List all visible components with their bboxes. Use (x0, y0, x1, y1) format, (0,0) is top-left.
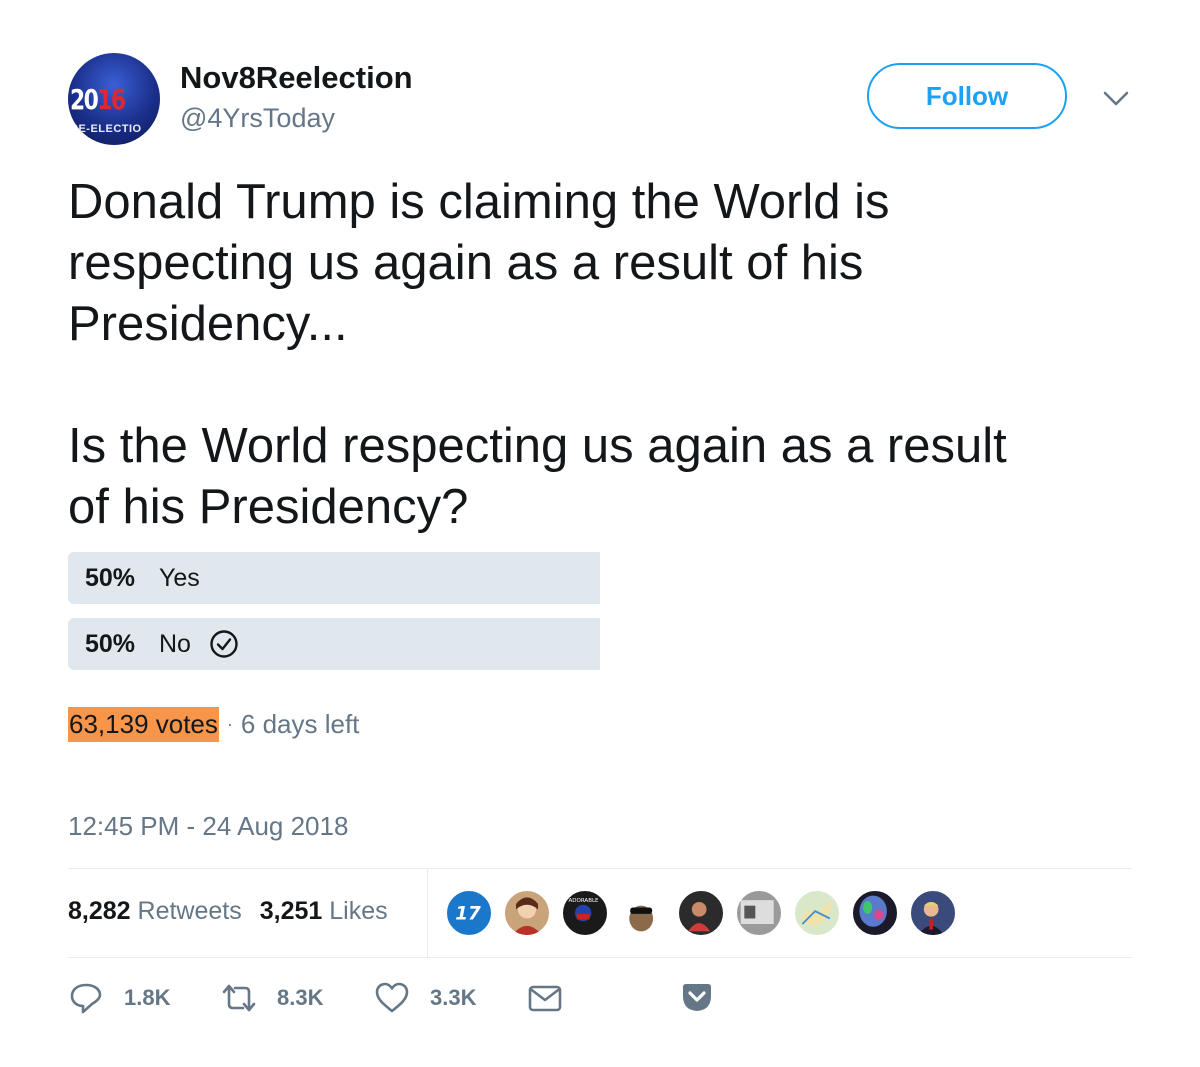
check-circle-icon (210, 630, 238, 658)
tweet-timestamp[interactable]: 12:45 PM - 24 Aug 2018 (68, 811, 348, 842)
retweet-icon (222, 984, 256, 1012)
pocket-icon (683, 984, 711, 1011)
poll-option-percent: 50% (85, 563, 136, 592)
svg-text:ADORABLE: ADORABLE (569, 898, 600, 904)
reply-action[interactable]: 1.8K (68, 980, 170, 1016)
liker-avatar-6[interactable] (735, 889, 783, 937)
poll-option-yes: 50% Yes (68, 552, 600, 604)
pocket-action[interactable] (679, 980, 735, 1016)
liker-avatar-5[interactable] (677, 889, 725, 937)
liker-avatar-1[interactable]: 17 (445, 889, 493, 937)
author-handle[interactable]: @4YrsToday (180, 103, 335, 134)
like-action[interactable]: 3.3K (374, 980, 476, 1016)
envelope-icon (528, 985, 562, 1012)
chevron-down-icon[interactable] (1100, 86, 1132, 110)
likes-stat[interactable]: 3,251 Likes (260, 897, 388, 926)
retweet-count: 8.3K (277, 985, 324, 1010)
vertical-divider (427, 868, 428, 957)
reply-count: 1.8K (124, 985, 171, 1010)
retweet-action[interactable]: 8.3K (221, 980, 323, 1016)
poll-option-label: No (159, 629, 191, 658)
reply-icon (70, 983, 102, 1014)
follow-button[interactable]: Follow (867, 63, 1067, 129)
poll-option-percent: 50% (85, 629, 136, 658)
avatar-caption: RE-ELECTIO (70, 123, 142, 135)
svg-text:17: 17 (455, 903, 481, 924)
author-display-name[interactable]: Nov8Reelection (180, 60, 413, 96)
divider (68, 957, 1132, 958)
liker-avatar-9[interactable] (909, 889, 957, 937)
liker-avatar-2[interactable] (503, 889, 551, 937)
poll-vote-count: 63,139 votes (68, 707, 219, 742)
poll-time-left: 6 days left (240, 709, 360, 739)
retweets-stat[interactable]: 8,282 Retweets (68, 897, 242, 926)
like-count: 3.3K (430, 985, 477, 1010)
poll-meta: 63,139 votes · 6 days left (68, 707, 359, 742)
tweet-text: Donald Trump is claiming the World is re… (68, 175, 1007, 534)
author-avatar[interactable]: 2016 RE-ELECTIO (68, 53, 160, 145)
poll-option-label: Yes (159, 563, 200, 592)
tweet-stats: 8,282 Retweets 3,251 Likes (68, 897, 388, 926)
divider (68, 868, 1132, 869)
direct-message-action[interactable] (527, 980, 583, 1016)
liker-avatar-7[interactable] (793, 889, 841, 937)
poll-option-no: 50% No (68, 618, 600, 670)
liker-avatar-3[interactable]: ADORABLE (561, 889, 609, 937)
liker-avatar-8[interactable] (851, 889, 899, 937)
liker-avatar-4[interactable] (619, 889, 667, 937)
avatar-year: 2016 (70, 83, 126, 116)
heart-icon (375, 982, 409, 1013)
separator-dot: · (226, 714, 233, 734)
